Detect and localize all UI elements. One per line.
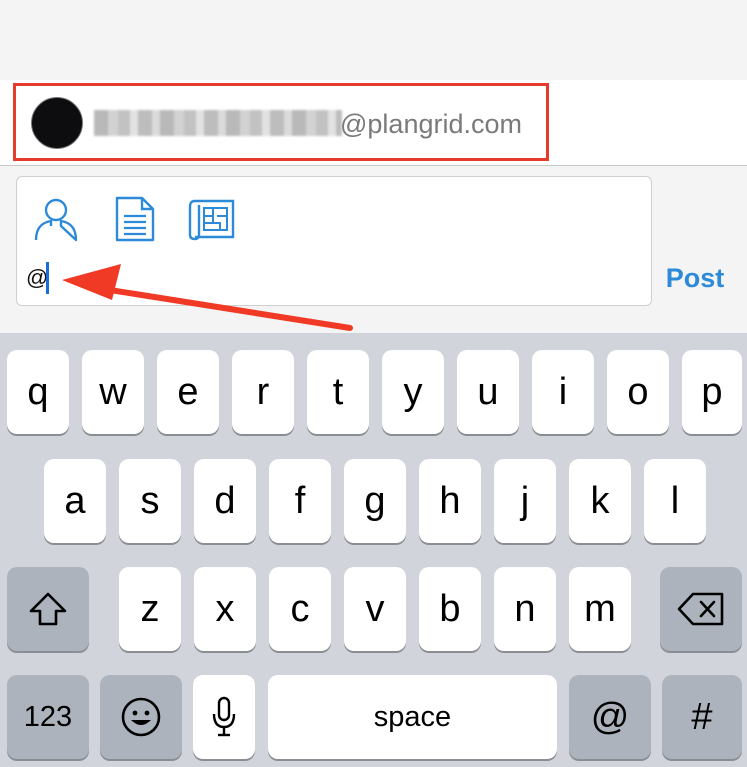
shift-icon (29, 592, 67, 626)
key-h[interactable]: h (419, 459, 481, 543)
document-icon[interactable] (115, 196, 155, 242)
key-s[interactable]: s (119, 459, 181, 543)
shift-key[interactable] (7, 567, 89, 651)
space-key[interactable]: space (268, 675, 557, 759)
key-g[interactable]: g (344, 459, 406, 543)
key-p[interactable]: p (682, 350, 742, 434)
comment-input-box[interactable] (16, 176, 652, 306)
comment-input-value[interactable]: @ (26, 263, 48, 293)
key-l[interactable]: l (644, 459, 706, 543)
microphone-icon (212, 696, 236, 737)
backspace-icon (677, 592, 724, 626)
emoji-key[interactable] (100, 675, 182, 759)
key-n[interactable]: n (494, 567, 556, 651)
key-w[interactable]: w (82, 350, 144, 434)
key-y[interactable]: y (382, 350, 444, 434)
key-t[interactable]: t (307, 350, 369, 434)
top-gap (0, 0, 747, 80)
key-b[interactable]: b (419, 567, 481, 651)
numbers-key[interactable]: 123 (7, 675, 89, 759)
key-z[interactable]: z (119, 567, 181, 651)
key-i[interactable]: i (532, 350, 594, 434)
plan-sheet-icon[interactable] (187, 196, 235, 242)
key-x[interactable]: x (194, 567, 256, 651)
key-u[interactable]: u (457, 350, 519, 434)
key-a[interactable]: a (44, 459, 106, 543)
key-r[interactable]: r (232, 350, 294, 434)
key-j[interactable]: j (494, 459, 556, 543)
highlight-box (13, 83, 549, 161)
key-q[interactable]: q (7, 350, 69, 434)
key-o[interactable]: o (607, 350, 669, 434)
microphone-key[interactable] (193, 675, 255, 759)
at-key[interactable]: @ (569, 675, 651, 759)
key-v[interactable]: v (344, 567, 406, 651)
key-e[interactable]: e (157, 350, 219, 434)
backspace-key[interactable] (660, 567, 742, 651)
person-icon[interactable] (33, 196, 79, 242)
key-d[interactable]: d (194, 459, 256, 543)
key-c[interactable]: c (269, 567, 331, 651)
key-f[interactable]: f (269, 459, 331, 543)
hash-key[interactable]: # (662, 675, 742, 759)
post-button[interactable]: Post (650, 258, 740, 298)
emoji-icon (121, 697, 161, 737)
text-caret (46, 262, 49, 294)
key-m[interactable]: m (569, 567, 631, 651)
key-k[interactable]: k (569, 459, 631, 543)
